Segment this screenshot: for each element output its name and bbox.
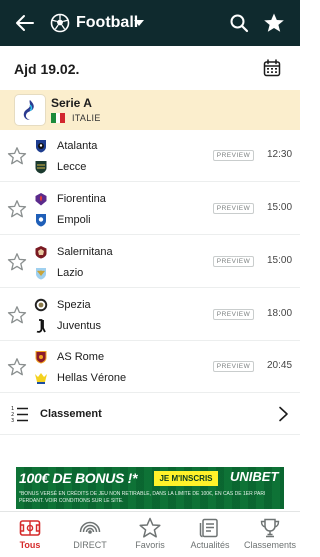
home-team: Atalanta — [34, 138, 97, 154]
away-team: Juventus — [34, 318, 101, 334]
nav-label: Classements — [243, 540, 297, 550]
juventus-crest-icon — [36, 319, 46, 333]
live-broadcast-icon — [79, 521, 101, 534]
lazio-crest-icon — [36, 268, 46, 280]
bottom-navigation: Tous DIRECT Favoris Actualités Classemen… — [0, 511, 300, 557]
home-team: Fiorentina — [34, 191, 106, 207]
lecce-crest-icon — [35, 161, 47, 174]
home-team-name: Salernitana — [57, 246, 113, 258]
sport-title[interactable]: Football — [76, 13, 138, 33]
away-team-name: Lazio — [57, 267, 84, 279]
favorite-star-icon[interactable] — [7, 357, 27, 377]
away-team-name: Juventus — [57, 320, 102, 332]
ad-brand-logo: UNIBET — [230, 469, 279, 484]
caret-down-icon[interactable] — [134, 20, 144, 26]
match-row[interactable]: Atalanta Lecce PREVIEW 12:30 — [0, 130, 300, 182]
news-icon — [199, 518, 218, 538]
home-team-name: Spezia — [57, 299, 91, 311]
nav-label: Actualités — [190, 540, 230, 550]
away-team: Hellas Vérone — [34, 370, 126, 386]
serie-a-logo-icon — [23, 100, 34, 120]
nav-label: Favoris — [135, 540, 165, 550]
preview-badge[interactable]: PREVIEW — [213, 203, 254, 214]
ad-fine-print: *BONUS VERSÉ EN CRÉDITS DE JEU NON RETIR… — [19, 491, 266, 504]
home-team: Salernitana — [34, 244, 113, 260]
nav-label: Tous — [19, 540, 41, 550]
away-team: Lecce — [34, 159, 86, 175]
nav-tous[interactable]: Tous — [0, 512, 60, 557]
salernitana-crest-icon — [35, 246, 47, 259]
pitch-icon — [19, 520, 41, 536]
league-header[interactable]: Serie A ITALIE — [0, 90, 300, 130]
nav-favoris[interactable]: Favoris — [120, 512, 180, 557]
empoli-crest-icon — [36, 214, 46, 227]
kickoff-time: 12:30 — [267, 149, 293, 160]
fiorentina-crest-icon — [35, 193, 47, 206]
italy-flag-icon — [51, 113, 66, 123]
calendar-icon[interactable] — [263, 59, 281, 77]
hellas-verona-crest-icon — [35, 373, 47, 384]
ad-headline: 100€ DE BONUS !* — [19, 470, 138, 486]
chevron-right-icon[interactable] — [277, 406, 289, 422]
date-label: Ajd 19.02. — [14, 61, 80, 77]
serie-a-logo — [14, 94, 46, 126]
search-icon[interactable] — [229, 13, 249, 33]
top-app-bar: Football — [0, 0, 300, 46]
favorite-star-icon[interactable] — [7, 252, 27, 272]
preview-badge[interactable]: PREVIEW — [213, 256, 254, 267]
home-team-name: Atalanta — [57, 140, 98, 152]
standings-label: Classement — [40, 408, 102, 420]
kickoff-time: 18:00 — [267, 308, 293, 319]
app-screen: Football Ajd 19.02. Serie A ITALIE Atala… — [0, 0, 300, 557]
away-team-name: Lecce — [57, 161, 87, 173]
nav-actualites[interactable]: Actualités — [180, 512, 240, 557]
match-row[interactable]: Spezia Juventus PREVIEW 18:00 — [0, 289, 300, 341]
atalanta-crest-icon — [36, 140, 46, 153]
back-arrow-icon[interactable] — [14, 12, 36, 34]
league-name: Serie A — [51, 96, 92, 110]
nav-direct[interactable]: DIRECT — [60, 512, 120, 557]
preview-badge[interactable]: PREVIEW — [213, 309, 254, 320]
football-icon[interactable] — [50, 13, 70, 33]
trophy-icon — [260, 518, 280, 538]
away-team-name: Hellas Vérone — [57, 372, 127, 384]
star-icon[interactable] — [263, 12, 285, 34]
home-team: Spezia — [34, 297, 91, 313]
away-team: Empoli — [34, 212, 91, 228]
preview-badge[interactable]: PREVIEW — [213, 150, 254, 161]
away-team: Lazio — [34, 265, 83, 281]
league-country: ITALIE — [72, 113, 101, 123]
home-team-name: AS Rome — [57, 351, 105, 363]
ad-cta-button[interactable]: JE M'INSCRIS — [154, 471, 218, 486]
favorite-star-icon[interactable] — [7, 199, 27, 219]
svg-text:3: 3 — [11, 418, 14, 423]
standings-row[interactable]: 123 Classement — [0, 393, 300, 435]
home-team: AS Rome — [34, 349, 104, 365]
date-row: Ajd 19.02. — [0, 46, 300, 90]
nav-classements[interactable]: Classements — [240, 512, 300, 557]
ranked-list-icon: 123 — [11, 406, 28, 423]
home-team-name: Fiorentina — [57, 193, 106, 205]
match-row[interactable]: AS Rome Hellas Vérone PREVIEW 20:45 — [0, 341, 300, 393]
away-team-name: Empoli — [57, 214, 91, 226]
kickoff-time: 20:45 — [267, 360, 293, 371]
favorite-star-icon[interactable] — [7, 305, 27, 325]
star-outline-icon — [139, 517, 161, 538]
match-row[interactable]: Salernitana Lazio PREVIEW 15:00 — [0, 236, 300, 288]
nav-label: DIRECT — [73, 540, 107, 550]
match-row[interactable]: Fiorentina Empoli PREVIEW 15:00 — [0, 183, 300, 235]
as-roma-crest-icon — [35, 351, 47, 364]
kickoff-time: 15:00 — [267, 255, 293, 266]
kickoff-time: 15:00 — [267, 202, 293, 213]
ad-banner[interactable]: 100€ DE BONUS !* JE M'INSCRIS UNIBET *BO… — [16, 467, 284, 509]
spezia-crest-icon — [34, 298, 48, 312]
preview-badge[interactable]: PREVIEW — [213, 361, 254, 372]
favorite-star-icon[interactable] — [7, 146, 27, 166]
